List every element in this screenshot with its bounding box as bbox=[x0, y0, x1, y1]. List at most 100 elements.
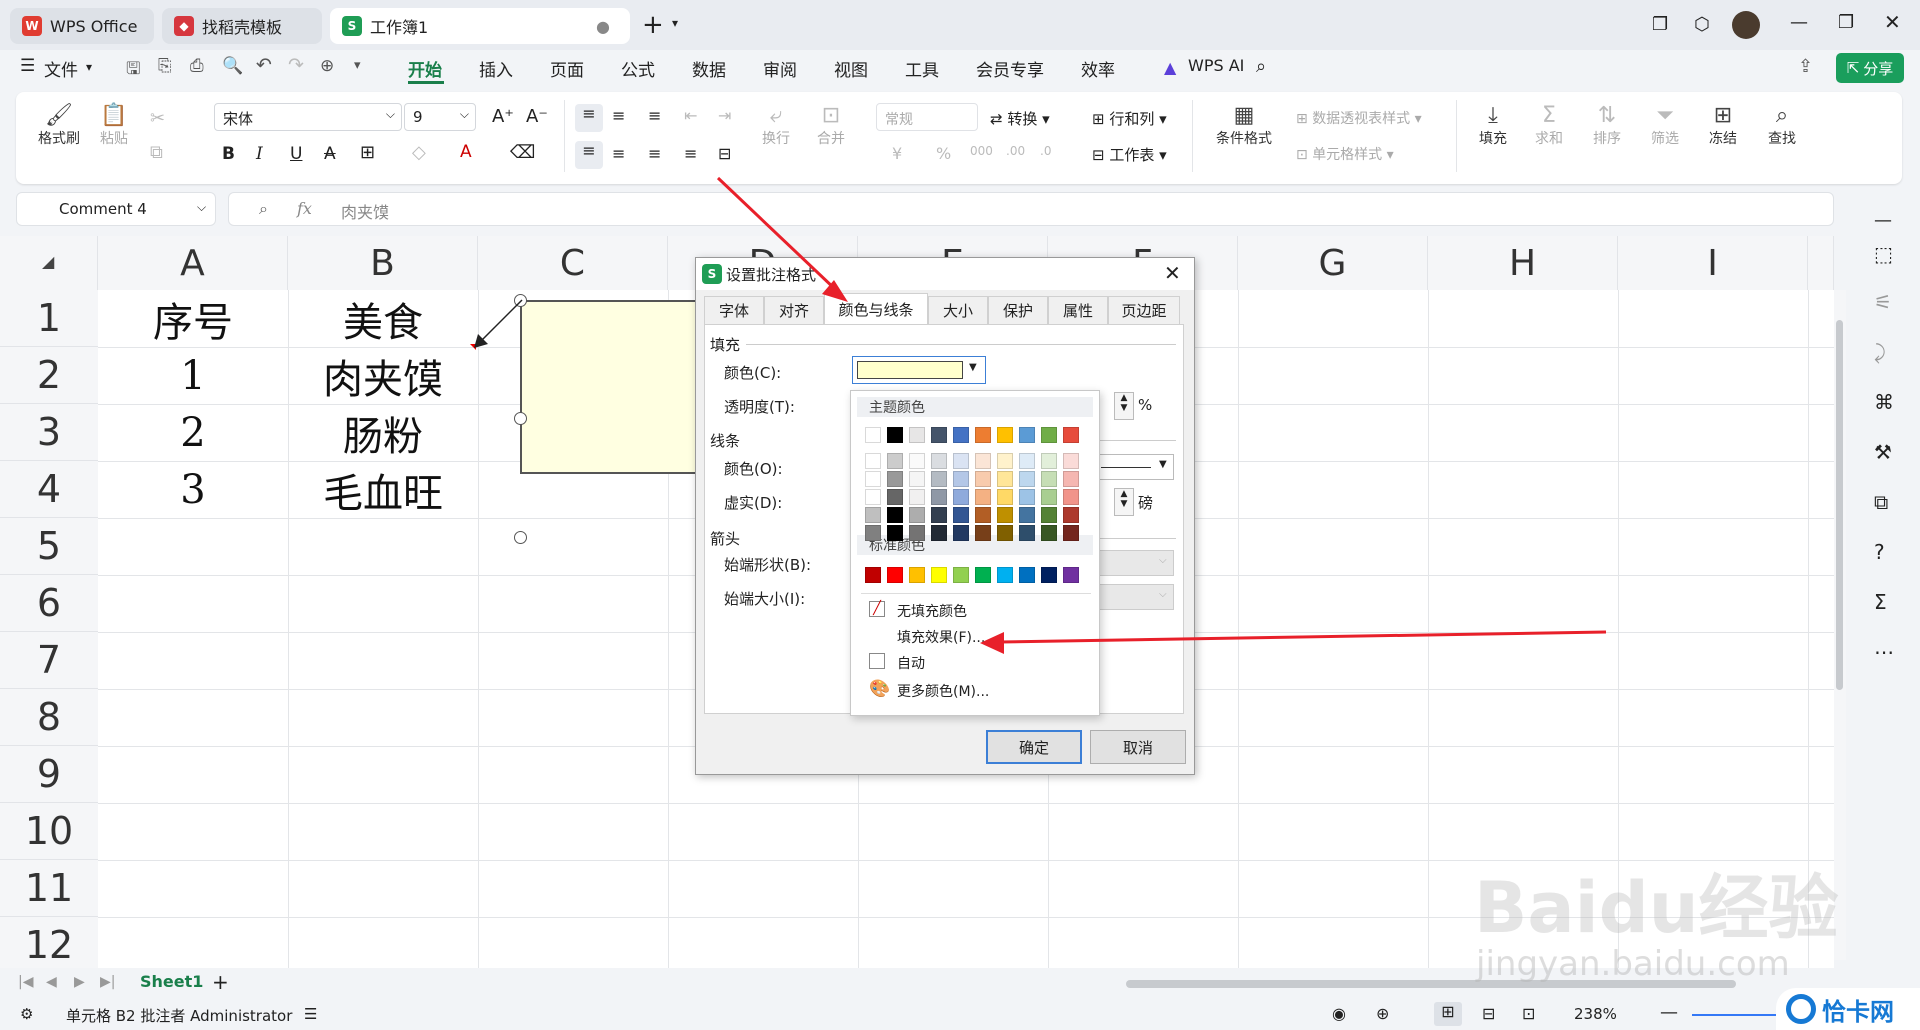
increase-font-icon[interactable]: A⁺ bbox=[492, 106, 514, 127]
layout-icon[interactable]: ⊕ bbox=[1376, 1004, 1389, 1023]
break-view-icon[interactable]: ⊡ bbox=[1522, 1004, 1535, 1023]
decimal-add-icon[interactable]: .00 bbox=[1006, 144, 1025, 158]
theme-shade-swatch[interactable] bbox=[1041, 453, 1057, 469]
tab-font[interactable]: 字体 bbox=[704, 296, 764, 324]
row-header[interactable]: 11 bbox=[0, 860, 98, 917]
book-icon[interactable]: ⧉ bbox=[1874, 490, 1888, 514]
row-header[interactable]: 8 bbox=[0, 689, 98, 746]
fill-color-dropdown[interactable]: ▼ bbox=[852, 356, 986, 384]
distribute-icon[interactable]: ⊟ bbox=[718, 144, 731, 163]
row-header[interactable]: 5 bbox=[0, 518, 98, 575]
theme-shade-swatch[interactable] bbox=[975, 525, 991, 541]
theme-shade-swatch[interactable] bbox=[865, 471, 881, 487]
theme-shade-swatch[interactable] bbox=[975, 489, 991, 505]
prev-sheet-icon[interactable]: ◀ bbox=[46, 974, 57, 990]
bold-icon[interactable]: B bbox=[222, 144, 235, 164]
theme-shade-swatch[interactable] bbox=[997, 453, 1013, 469]
theme-color-swatch[interactable] bbox=[953, 427, 969, 443]
pivot-style-button[interactable]: ⊞ 数据透视表样式 ▾ bbox=[1296, 108, 1422, 128]
convert-button[interactable]: ⇄ 转换 ▾ bbox=[990, 108, 1050, 129]
begin-style-dropdown[interactable]: ⌵ bbox=[1096, 550, 1174, 576]
theme-shade-swatch[interactable] bbox=[909, 471, 925, 487]
column-header[interactable]: G bbox=[1238, 236, 1428, 290]
number-format-select[interactable]: 常规 bbox=[876, 103, 978, 131]
add-sheet-icon[interactable]: + bbox=[212, 970, 229, 994]
ok-button[interactable]: 确定 bbox=[986, 730, 1082, 764]
chevron-down-icon[interactable]: ▾ bbox=[672, 16, 678, 30]
column-header[interactable]: A bbox=[98, 236, 288, 290]
standard-color-swatch[interactable] bbox=[1063, 567, 1079, 583]
eye-icon[interactable]: ◉ bbox=[1332, 1004, 1346, 1023]
save-icon[interactable]: 🖫 bbox=[126, 56, 140, 85]
auto-color-item[interactable]: 自动 bbox=[857, 651, 1093, 677]
paste-button[interactable]: 📋 粘贴 bbox=[92, 104, 136, 148]
column-header[interactable]: B bbox=[288, 236, 478, 290]
align-bottom-icon[interactable]: ≡ bbox=[648, 106, 661, 125]
last-sheet-icon[interactable]: ▶| bbox=[100, 974, 115, 990]
theme-shade-swatch[interactable] bbox=[931, 453, 947, 469]
theme-shade-swatch[interactable] bbox=[931, 507, 947, 523]
name-box[interactable]: Comment 4 ⌵ bbox=[16, 192, 216, 226]
theme-shade-swatch[interactable] bbox=[1063, 489, 1079, 505]
align-left-icon[interactable]: ≡ bbox=[575, 141, 603, 169]
strikethrough-icon[interactable]: A bbox=[324, 144, 336, 164]
cube-icon[interactable]: ⬡ bbox=[1694, 14, 1710, 35]
align-middle-icon[interactable]: ≡ bbox=[612, 106, 625, 125]
theme-shade-swatch[interactable] bbox=[1041, 489, 1057, 505]
standard-color-swatch[interactable] bbox=[865, 567, 881, 583]
theme-shade-swatch[interactable] bbox=[1063, 507, 1079, 523]
theme-color-swatch[interactable] bbox=[975, 427, 991, 443]
conditional-format-button[interactable]: ▦ 条件格式 bbox=[1206, 104, 1282, 148]
find-button[interactable]: ⌕ 查找 bbox=[1758, 104, 1806, 148]
italic-icon[interactable]: I bbox=[256, 144, 263, 164]
theme-shade-swatch[interactable] bbox=[997, 471, 1013, 487]
theme-color-swatch[interactable] bbox=[909, 427, 925, 443]
next-sheet-icon[interactable]: ▶ bbox=[74, 974, 85, 990]
theme-color-swatch[interactable] bbox=[1063, 427, 1079, 443]
sheet-tab-sheet1[interactable]: Sheet1 bbox=[140, 972, 203, 991]
close-icon[interactable]: ✕ bbox=[1164, 261, 1181, 285]
share-button[interactable]: ⇱ 分享 bbox=[1836, 53, 1904, 83]
more-colors-item[interactable]: 🎨 更多颜色(M)... bbox=[857, 679, 1093, 705]
standard-color-swatch[interactable] bbox=[1019, 567, 1035, 583]
font-color-icon[interactable]: A bbox=[460, 142, 472, 162]
collapse-icon[interactable]: — bbox=[1874, 210, 1892, 231]
scroll-thumb[interactable] bbox=[1836, 320, 1843, 690]
align-right-icon[interactable]: ≡ bbox=[648, 144, 661, 163]
theme-shade-swatch[interactable] bbox=[1041, 525, 1057, 541]
undo-icon[interactable]: ↶ bbox=[256, 54, 272, 76]
menu-vip[interactable]: 会员专享 bbox=[976, 56, 1044, 81]
menu-tools[interactable]: 工具 bbox=[905, 56, 939, 81]
tab-protection[interactable]: 保护 bbox=[988, 296, 1048, 324]
standard-color-swatch[interactable] bbox=[931, 567, 947, 583]
column-header[interactable]: I bbox=[1618, 236, 1808, 290]
search-icon[interactable]: ⌕ bbox=[1256, 56, 1266, 77]
restore-icon[interactable]: ❐ bbox=[1838, 12, 1854, 33]
column-header[interactable] bbox=[1808, 236, 1834, 290]
menu-formula[interactable]: 公式 bbox=[621, 56, 655, 81]
worksheet-button[interactable]: ⊟ 工作表 ▾ bbox=[1092, 144, 1167, 165]
row-header[interactable]: 2 bbox=[0, 347, 98, 404]
theme-shade-swatch[interactable] bbox=[953, 471, 969, 487]
theme-color-swatch[interactable] bbox=[1019, 427, 1035, 443]
menu-page[interactable]: 页面 bbox=[550, 56, 584, 81]
page-view-icon[interactable]: ⊟ bbox=[1482, 1004, 1495, 1023]
theme-shade-swatch[interactable] bbox=[1041, 471, 1057, 487]
zoom-level[interactable]: 238% bbox=[1574, 1005, 1617, 1023]
cell-a4[interactable]: 3 bbox=[98, 461, 288, 518]
transform-icon[interactable]: ⤸ bbox=[1874, 340, 1886, 364]
standard-color-swatch[interactable] bbox=[975, 567, 991, 583]
chevron-down-icon[interactable]: ▾ bbox=[354, 58, 361, 73]
sliders-icon[interactable]: ⚟ bbox=[1874, 290, 1892, 314]
theme-shade-swatch[interactable] bbox=[953, 453, 969, 469]
theme-shade-swatch[interactable] bbox=[1063, 453, 1079, 469]
theme-shade-swatch[interactable] bbox=[1019, 507, 1035, 523]
avatar[interactable] bbox=[1732, 11, 1760, 39]
decrease-font-icon[interactable]: A⁻ bbox=[526, 106, 548, 127]
theme-shade-swatch[interactable] bbox=[887, 525, 903, 541]
column-header[interactable]: H bbox=[1428, 236, 1618, 290]
comment-box[interactable] bbox=[520, 300, 700, 474]
row-col-button[interactable]: ⊞ 行和列 ▾ bbox=[1092, 108, 1167, 129]
menu-review[interactable]: 审阅 bbox=[763, 56, 797, 81]
theme-shade-swatch[interactable] bbox=[909, 507, 925, 523]
